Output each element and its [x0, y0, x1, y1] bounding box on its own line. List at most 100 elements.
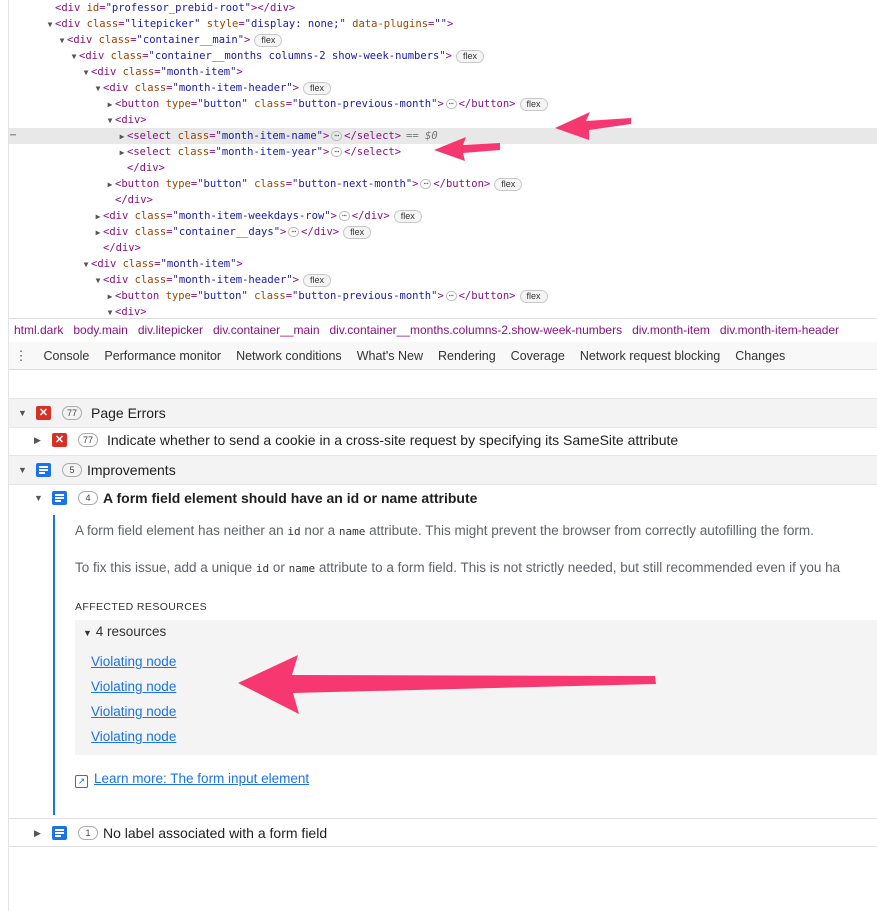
attr-name[interactable]: class: [178, 146, 210, 158]
violating-node-link[interactable]: Violating node: [91, 654, 176, 669]
dom-node-line[interactable]: ▼ <div class="month-item">: [9, 64, 877, 80]
dom-node-line[interactable]: </div>: [9, 160, 877, 176]
tab-console[interactable]: Console: [36, 343, 97, 369]
chevron-down-icon[interactable]: ▼: [18, 399, 27, 427]
dom-node-line[interactable]: ▶ <button type="button" class="button-pre…: [9, 96, 877, 112]
breadcrumb-item[interactable]: body.main: [73, 323, 127, 337]
tab-changes[interactable]: Changes: [728, 343, 793, 369]
tab-coverage[interactable]: Coverage: [504, 343, 573, 369]
collapsed-children-icon[interactable]: ⋯: [331, 131, 343, 141]
flex-badge[interactable]: flex: [302, 273, 331, 287]
attr-value[interactable]: "month-item-header": [173, 274, 293, 286]
breadcrumb-item[interactable]: div.litepicker: [138, 323, 203, 337]
dom-node-line[interactable]: ▶ <select class="month-item-year"> ⋯ </sele…: [9, 144, 877, 160]
collapse-toggle-icon[interactable]: ▶: [105, 97, 115, 113]
collapse-toggle-icon[interactable]: ▶: [93, 209, 103, 225]
attr-name[interactable]: class: [135, 274, 167, 286]
attr-value[interactable]: "month-item-weekdays-row": [173, 210, 331, 222]
attr-name[interactable]: class: [123, 258, 155, 270]
attr-value[interactable]: "month-item-name": [216, 130, 323, 142]
collapsed-children-icon[interactable]: ⋯: [338, 211, 350, 221]
attr-name[interactable]: class: [178, 130, 210, 142]
collapsed-children-icon[interactable]: ⋯: [445, 291, 457, 301]
expand-toggle-icon[interactable]: ▼: [93, 81, 103, 97]
flex-badge[interactable]: flex: [393, 209, 422, 223]
issue-category-page-errors[interactable]: ▼ ✕ 77 Page Errors: [9, 398, 877, 428]
flex-badge[interactable]: flex: [519, 289, 548, 303]
attr-name[interactable]: type: [166, 290, 191, 302]
tab-network-conditions[interactable]: Network conditions: [229, 343, 350, 369]
dom-node-line[interactable]: ▼ <div class="month-item-header"> flex: [9, 80, 877, 96]
dom-node-line[interactable]: ⋯ ▶ <select class="month-item-name"> ⋯ </sel…: [9, 128, 877, 144]
chevron-right-icon[interactable]: ▶: [34, 819, 41, 847]
collapse-toggle-icon[interactable]: ▶: [117, 129, 127, 145]
attr-name[interactable]: class: [135, 210, 167, 222]
dom-node-line[interactable]: <div id="professor_prebid-root"></div>: [9, 0, 877, 16]
expand-toggle-icon[interactable]: ▼: [57, 33, 67, 49]
attr-value[interactable]: "professor_prebid-root": [106, 2, 251, 14]
flex-badge[interactable]: flex: [456, 49, 485, 63]
dom-node-line[interactable]: ▼ <div class="month-item-header"> flex: [9, 272, 877, 288]
expand-toggle-icon[interactable]: ▼: [93, 273, 103, 289]
collapse-toggle-icon[interactable]: ▶: [105, 177, 115, 193]
tab-what-s-new[interactable]: What's New: [350, 343, 431, 369]
dom-node-line[interactable]: ▶ <button type="button" class="button-nex…: [9, 176, 877, 192]
tab-rendering[interactable]: Rendering: [431, 343, 504, 369]
expand-toggle-icon[interactable]: ▼: [69, 49, 79, 65]
attr-value[interactable]: "": [434, 18, 447, 30]
tab-network-request-blocking[interactable]: Network request blocking: [573, 343, 728, 369]
dom-node-line[interactable]: ▶ <div class="month-item-weekdays-row"> ⋯ <…: [9, 208, 877, 224]
dom-node-line[interactable]: ▼ <div>: [9, 112, 877, 128]
attr-name[interactable]: style: [207, 18, 239, 30]
attr-value[interactable]: "month-item": [161, 258, 237, 270]
expand-toggle-icon[interactable]: ▼: [105, 113, 115, 129]
flex-badge[interactable]: flex: [254, 33, 283, 47]
dom-node-line[interactable]: ▶ <button type="button" class="button-pre…: [9, 288, 877, 304]
issue-category-improvements[interactable]: ▼ 5 Improvements: [9, 455, 877, 485]
attr-value[interactable]: "button-next-month": [292, 178, 412, 190]
attr-name[interactable]: class: [111, 50, 143, 62]
breadcrumb-item[interactable]: html.dark: [14, 323, 63, 337]
collapse-toggle-icon[interactable]: ▶: [105, 289, 115, 305]
attr-name[interactable]: class: [254, 178, 286, 190]
attr-name[interactable]: class: [99, 34, 131, 46]
attr-value[interactable]: "button": [197, 290, 248, 302]
attr-value[interactable]: "button": [197, 98, 248, 110]
collapsed-children-icon[interactable]: ⋯: [445, 99, 457, 109]
attr-value[interactable]: "month-item-year": [216, 146, 323, 158]
dom-node-line[interactable]: </div>: [9, 192, 877, 208]
resources-toggle[interactable]: ▼ 4 resources: [83, 624, 166, 639]
expand-toggle-icon[interactable]: ▼: [81, 257, 91, 273]
attr-value[interactable]: "month-item": [161, 66, 237, 78]
more-options-icon[interactable]: ⋯: [10, 128, 16, 144]
dom-node-line[interactable]: ▼ <div class="container__main"> flex: [9, 32, 877, 48]
expand-toggle-icon[interactable]: ▼: [81, 65, 91, 81]
flex-badge[interactable]: flex: [519, 97, 548, 111]
collapsed-children-icon[interactable]: ⋯: [420, 179, 432, 189]
attr-name[interactable]: class: [135, 82, 167, 94]
chevron-right-icon[interactable]: ▶: [34, 426, 41, 454]
breadcrumb-item[interactable]: div.month-item-header: [720, 323, 839, 337]
breadcrumb-item[interactable]: div.container__months.columns-2.show-wee…: [330, 323, 623, 337]
attr-value[interactable]: "container__days": [173, 226, 280, 238]
collapsed-children-icon[interactable]: ⋯: [288, 227, 300, 237]
attr-name[interactable]: class: [135, 226, 167, 238]
attr-name[interactable]: class: [254, 98, 286, 110]
dom-node-line[interactable]: ▶ <div class="container__days"> ⋯ </div> fle…: [9, 224, 877, 240]
breadcrumb-item[interactable]: div.container__main: [213, 323, 320, 337]
violating-node-link[interactable]: Violating node: [91, 704, 176, 719]
chevron-down-icon[interactable]: ▼: [18, 456, 27, 484]
attr-value[interactable]: "button-previous-month": [292, 98, 437, 110]
attr-value[interactable]: "button-previous-month": [292, 290, 437, 302]
dom-node-line[interactable]: </div>: [9, 240, 877, 256]
attr-value[interactable]: "container__main": [137, 34, 244, 46]
attr-value[interactable]: "container__months columns-2 show-week-n…: [149, 50, 446, 62]
attr-name[interactable]: class: [87, 18, 119, 30]
attr-name[interactable]: id: [87, 2, 100, 14]
flex-badge[interactable]: flex: [494, 177, 523, 191]
attr-name[interactable]: type: [166, 98, 191, 110]
attr-name[interactable]: class: [254, 290, 286, 302]
collapse-toggle-icon[interactable]: ▶: [93, 225, 103, 241]
issue-form-field-id-name[interactable]: ▼ 4 A form field element should have an …: [9, 484, 877, 512]
flex-badge[interactable]: flex: [302, 81, 331, 95]
